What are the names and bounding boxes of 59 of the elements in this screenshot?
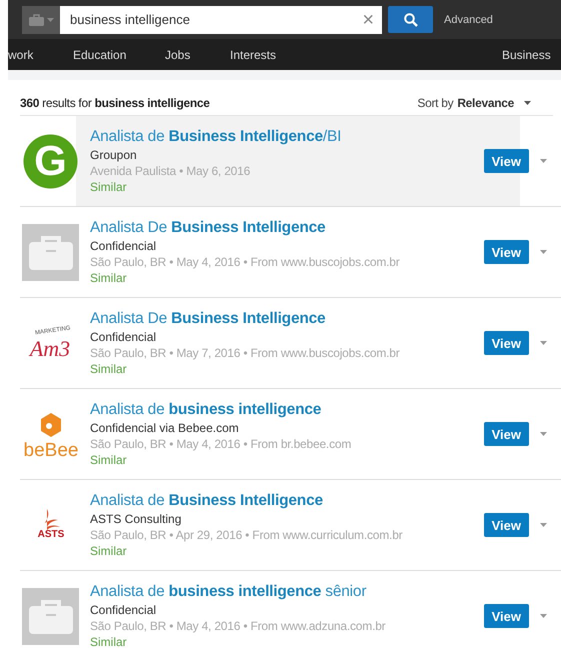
more-caret-icon[interactable] xyxy=(540,432,547,436)
briefcase-icon xyxy=(28,598,72,634)
search-field[interactable]: business intelligence × xyxy=(60,6,382,34)
nav-item[interactable]: work xyxy=(8,48,34,62)
similar-link[interactable]: Similar xyxy=(90,635,484,649)
job-title[interactable]: Analista de business intelligence sênior xyxy=(90,583,484,601)
similar-link[interactable]: Similar xyxy=(90,362,484,376)
job-meta: São Paulo, BR • May 7, 2016 • From www.buscojobs.com.br xyxy=(90,346,401,360)
search-button[interactable] xyxy=(388,6,433,33)
advanced-link[interactable]: Advanced xyxy=(444,14,493,26)
job-title[interactable]: Analista de business intelligence xyxy=(90,401,484,419)
nav-item[interactable]: Business xyxy=(502,48,551,62)
sort-label: Sort by xyxy=(417,96,454,110)
job-meta: São Paulo, BR • Apr 29, 2016 • From www.curriculum.com.br xyxy=(90,528,404,542)
company-name: Confidencial via Bebee.com xyxy=(90,421,240,435)
company-name: Confidencial xyxy=(90,603,158,617)
view-button[interactable]: View xyxy=(484,513,529,537)
similar-link[interactable]: Similar xyxy=(90,544,484,558)
more-caret-icon[interactable] xyxy=(540,341,547,345)
job-meta: São Paulo, BR • May 4, 2016 • From www.buscojobs.com.br xyxy=(90,255,401,269)
caret-icon xyxy=(46,18,54,22)
view-button[interactable]: View xyxy=(484,240,529,264)
job-meta: São Paulo, BR • May 4, 2016 • From br.bebee.com xyxy=(90,437,352,451)
sort-dropdown[interactable]: Relevance xyxy=(455,96,531,110)
search-icon xyxy=(404,12,418,26)
results-count: 360 results for business intelligence xyxy=(20,96,210,110)
logo: ASTS xyxy=(34,507,68,543)
view-button[interactable]: View xyxy=(484,149,529,173)
result-row[interactable]: G Analista de Business Intelligence/BI Groupon Avenida Paulista • May 6, 2016 Similar View xyxy=(20,116,561,207)
more-caret-icon[interactable] xyxy=(540,523,547,527)
company-name: ASTS Consulting xyxy=(90,512,182,526)
company-name: Groupon xyxy=(90,148,138,162)
job-title[interactable]: Analista De Business Intelligence xyxy=(90,219,484,237)
clear-button[interactable]: × xyxy=(362,10,374,30)
job-meta: São Paulo, BR • May 4, 2016 • From www.adzuna.com.br xyxy=(90,619,386,633)
briefcase-icon xyxy=(28,14,44,26)
nav-item[interactable]: Education xyxy=(73,48,126,62)
view-button[interactable]: View xyxy=(484,422,529,446)
logo: beBee xyxy=(22,410,78,458)
view-button[interactable]: View xyxy=(484,604,529,628)
caret-icon xyxy=(524,101,531,105)
view-button[interactable]: View xyxy=(484,331,529,355)
more-caret-icon[interactable] xyxy=(540,250,547,254)
similar-link[interactable]: Similar xyxy=(90,180,484,194)
similar-link[interactable]: Similar xyxy=(90,453,484,467)
company-name: Confidencial xyxy=(90,239,158,253)
similar-link[interactable]: Similar xyxy=(90,271,484,285)
company-name: Confidencial xyxy=(90,330,158,344)
job-meta: Avenida Paulista • May 6, 2016 xyxy=(90,164,252,178)
logo: G xyxy=(23,134,78,188)
job-title[interactable]: Analista De Business Intelligence xyxy=(90,310,484,328)
job-title[interactable]: Analista de Business Intelligence xyxy=(90,492,484,510)
job-title[interactable]: Analista de Business Intelligence/BI xyxy=(90,128,484,146)
more-caret-icon[interactable] xyxy=(540,614,547,618)
more-caret-icon[interactable] xyxy=(540,159,547,163)
nav-item[interactable]: Interests xyxy=(230,48,276,62)
briefcase-icon xyxy=(28,234,72,270)
search-type-dropdown[interactable] xyxy=(22,6,60,34)
nav-item[interactable]: Jobs xyxy=(165,48,190,62)
